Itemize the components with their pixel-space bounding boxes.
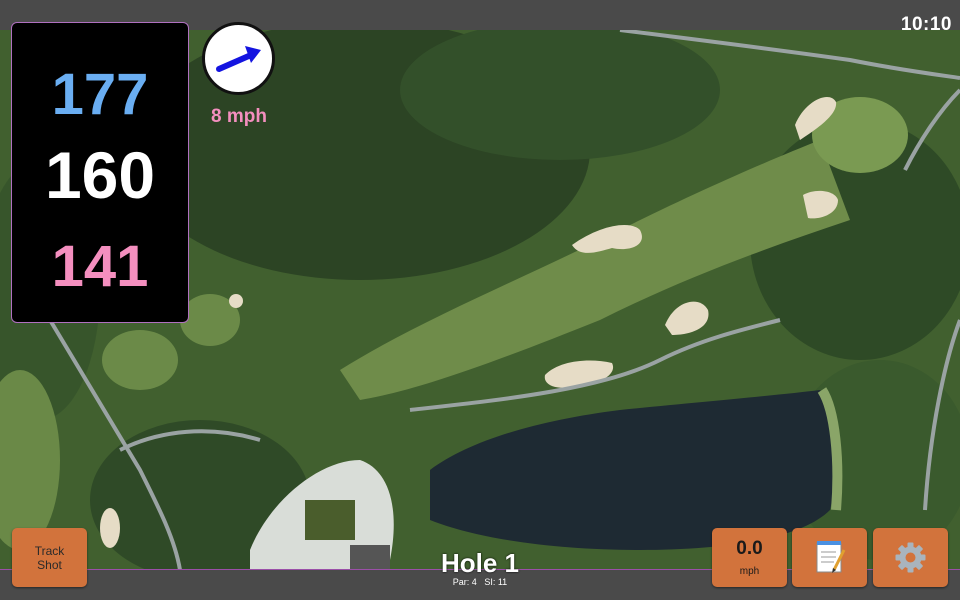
track-shot-label: Track Shot (34, 544, 65, 572)
hole-title: Hole 1 (440, 548, 520, 578)
speed-value: 0.0 (736, 538, 763, 559)
notepad-icon (816, 541, 846, 573)
track-shot-button[interactable]: Track Shot (12, 528, 87, 587)
wind-direction-dial (202, 22, 275, 95)
arrow-icon (216, 46, 261, 72)
par-label: Par: 4 (452, 577, 477, 587)
wind-speed: 8 mph (211, 106, 267, 127)
golf-gps-screen: 10:10 177 160 141 8 mph Track Shot Hole … (0, 0, 960, 600)
speed-button[interactable]: 0.0 mph (712, 528, 787, 587)
speed-unit: mph (739, 566, 760, 577)
settings-button[interactable] (873, 528, 948, 587)
middle-distance: 160 (44, 138, 156, 212)
gear-icon (895, 542, 926, 573)
hole-info: Par: 4 SI: 11 (380, 577, 580, 587)
notes-button[interactable] (792, 528, 867, 587)
si-label: SI: 11 (484, 577, 508, 587)
yardage-panel: 177 160 141 (11, 22, 189, 323)
front-distance: 141 (51, 234, 149, 299)
back-distance: 177 (51, 62, 149, 127)
